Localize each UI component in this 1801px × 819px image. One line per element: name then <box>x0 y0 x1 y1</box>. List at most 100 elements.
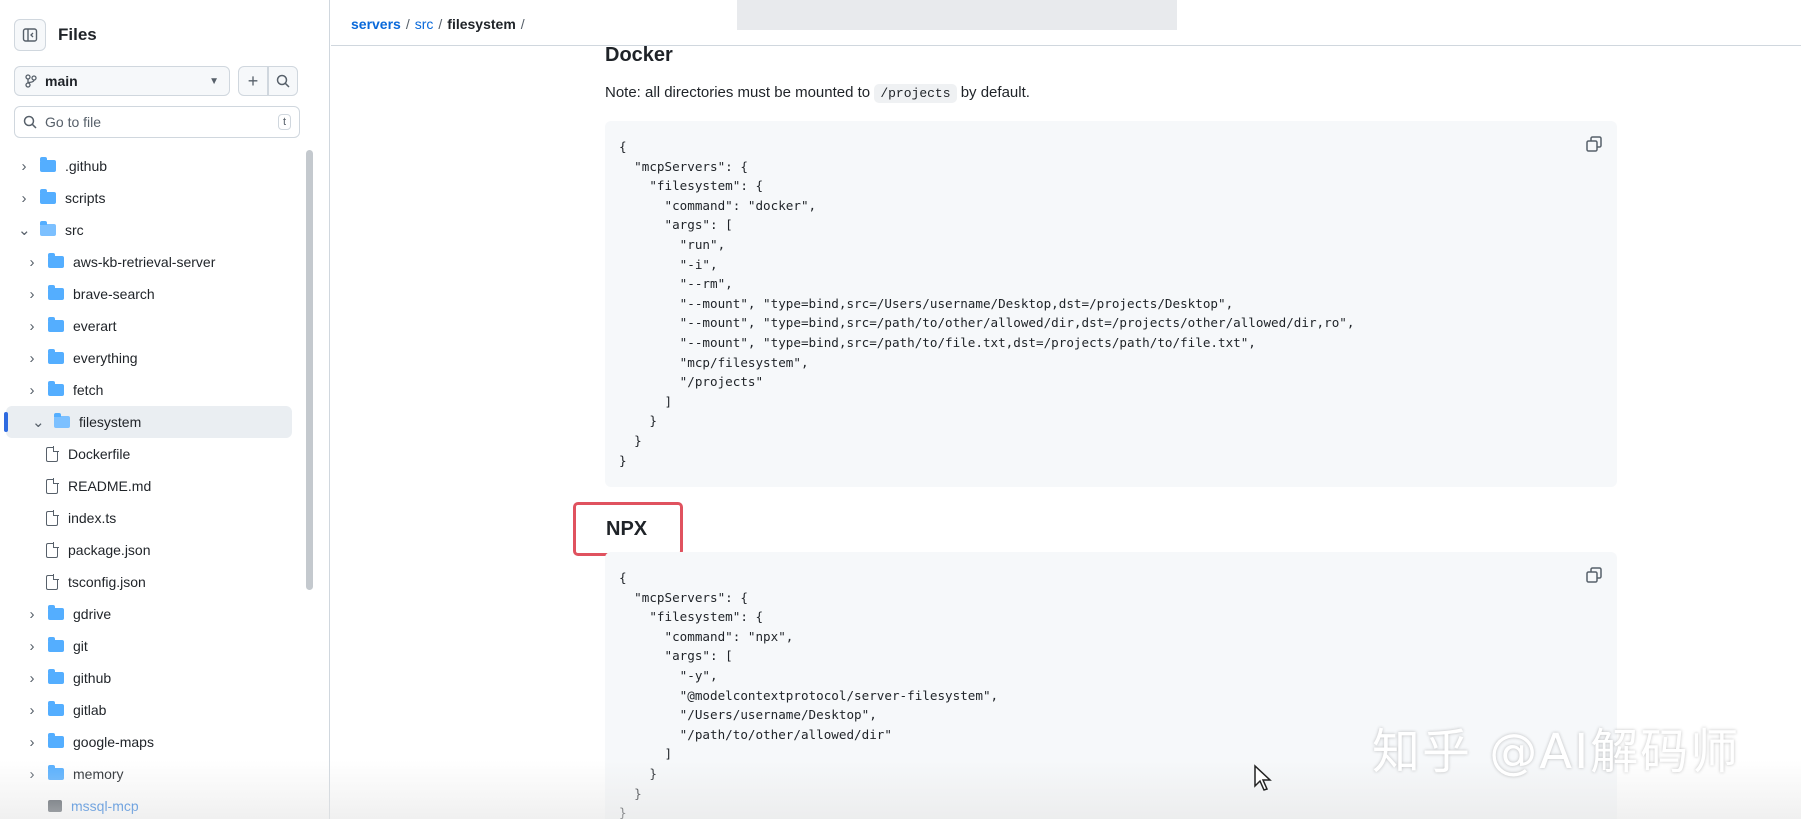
chevron-down-icon[interactable]: ⌄ <box>32 413 45 431</box>
note-text-suffix: by default. <box>960 84 1030 101</box>
tree-item-label: gitlab <box>73 702 107 718</box>
breadcrumb-bar: servers / src / filesystem / <box>331 0 1801 46</box>
chevron-right-icon[interactable]: › <box>26 734 38 751</box>
folder-icon <box>48 637 64 652</box>
collapse-sidebar-button[interactable] <box>14 19 46 51</box>
breadcrumb: servers / src / filesystem / <box>351 16 530 32</box>
chevron-right-icon[interactable]: › <box>18 190 30 207</box>
chevron-right-icon[interactable]: › <box>26 606 38 623</box>
tree-folder-item[interactable]: › github <box>0 662 300 694</box>
chevron-down-icon: ▼ <box>209 75 219 87</box>
chevron-right-icon[interactable]: › <box>26 318 38 335</box>
breadcrumb-separator: / <box>438 16 443 32</box>
chevron-right-icon[interactable]: › <box>26 638 38 655</box>
sidebar-title: Files <box>58 25 97 44</box>
branch-icon <box>25 74 37 88</box>
folder-icon <box>48 669 64 684</box>
tree-item-label: package.json <box>68 542 151 558</box>
chevron-right-icon[interactable]: › <box>26 382 38 399</box>
tree-file-item[interactable]: Dockerfile <box>0 438 300 470</box>
tree-item-label: scripts <box>65 190 106 206</box>
tree-folder-item[interactable]: › google-maps <box>0 726 300 758</box>
tree-folder-item[interactable]: › gitlab <box>0 694 300 726</box>
folder-icon <box>48 253 64 268</box>
tree-folder-item[interactable]: mssql-mcp <box>0 790 300 819</box>
file-icon <box>46 573 59 590</box>
file-icon <box>46 541 59 558</box>
go-to-file-placeholder: Go to file <box>45 114 102 130</box>
tree-item-label: fetch <box>73 382 104 398</box>
tree-folder-item[interactable]: › scripts <box>0 182 300 214</box>
tree-folder-item[interactable]: ⌄ src <box>0 214 300 246</box>
tree-item-label: mssql-mcp <box>71 798 139 814</box>
tree-file-item[interactable]: index.ts <box>0 502 300 534</box>
tree-folder-item[interactable]: › gdrive <box>0 598 300 630</box>
branch-selector[interactable]: main ▼ <box>14 66 230 96</box>
copy-icon[interactable] <box>1585 135 1603 153</box>
npx-highlight-box: NPX <box>573 502 683 556</box>
docker-heading: Docker <box>605 44 673 66</box>
tree-folder-item[interactable]: › everart <box>0 310 300 342</box>
folder-open-icon <box>40 221 56 236</box>
tree-folder-item[interactable]: › aws-kb-retrieval-server <box>0 246 300 278</box>
chevron-right-icon[interactable]: › <box>26 254 38 271</box>
tree-file-item[interactable]: README.md <box>0 470 300 502</box>
chevron-right-icon[interactable]: › <box>18 158 30 175</box>
submodule-icon <box>48 800 62 812</box>
chevron-right-icon[interactable]: › <box>26 670 38 687</box>
shortcut-hint: t <box>277 114 291 130</box>
file-tree-sidebar: Files main ▼ + Go to file t › .github › scr… <box>0 0 330 819</box>
folder-icon <box>48 285 64 300</box>
folder-icon <box>48 349 64 364</box>
tree-folder-item[interactable]: › memory <box>0 758 300 790</box>
breadcrumb-servers[interactable]: servers <box>351 16 401 32</box>
folder-icon <box>48 317 64 332</box>
tree-item-label: index.ts <box>68 510 117 526</box>
docker-code: { "mcpServers": { "filesystem": { "comma… <box>619 139 1355 468</box>
tree-item-label: aws-kb-retrieval-server <box>73 254 216 270</box>
note-code: /projects <box>874 84 957 103</box>
chevron-right-icon[interactable]: › <box>26 286 38 303</box>
tree-item-label: everart <box>73 318 117 334</box>
chevron-right-icon[interactable]: › <box>26 702 38 719</box>
file-icon <box>46 509 59 526</box>
search-button[interactable] <box>268 66 298 96</box>
sidebar-scrollbar[interactable] <box>306 150 313 590</box>
tree-item-label: memory <box>73 766 124 782</box>
tree-item-label: brave-search <box>73 286 155 302</box>
chevron-down-icon[interactable]: ⌄ <box>18 221 31 239</box>
tree-folder-item[interactable]: › fetch <box>0 374 300 406</box>
folder-icon <box>48 605 64 620</box>
folder-icon <box>48 381 64 396</box>
tree-file-item[interactable]: tsconfig.json <box>0 566 300 598</box>
tree-item-label: filesystem <box>79 414 142 430</box>
tree-item-label: git <box>73 638 88 654</box>
breadcrumb-separator: / <box>405 16 410 32</box>
chevron-right-icon[interactable]: › <box>26 766 38 783</box>
tree-folder-item[interactable]: › everything <box>0 342 300 374</box>
search-icon <box>23 115 37 129</box>
folder-icon <box>48 765 64 780</box>
tree-item-label: everything <box>73 350 138 366</box>
sidebar-header: Files <box>14 18 97 52</box>
watermark: 知乎 @AI解码师 <box>1372 724 1741 780</box>
tree-file-item[interactable]: package.json <box>0 534 300 566</box>
tree-item-label: tsconfig.json <box>68 574 146 590</box>
tree-folder-item[interactable]: › brave-search <box>0 278 300 310</box>
tree-item-label: src <box>65 222 84 238</box>
add-file-button[interactable]: + <box>238 66 268 96</box>
tree-folder-item[interactable]: › git <box>0 630 300 662</box>
overlay-toast <box>737 0 1177 30</box>
docker-code-block: { "mcpServers": { "filesystem": { "comma… <box>605 121 1617 487</box>
chevron-right-icon[interactable]: › <box>26 350 38 367</box>
go-to-file-input[interactable]: Go to file t <box>14 106 300 138</box>
copy-icon[interactable] <box>1585 566 1603 584</box>
tree-item-label: Dockerfile <box>68 446 131 462</box>
tree-item-label: github <box>73 670 112 686</box>
tree-folder-item[interactable]: ⌄ filesystem <box>4 406 292 438</box>
tree-folder-item[interactable]: › .github <box>0 150 300 182</box>
tree-item-label: google-maps <box>73 734 154 750</box>
breadcrumb-src[interactable]: src <box>415 16 434 32</box>
branch-name: main <box>45 73 78 89</box>
docker-note: Note: all directories must be mounted to… <box>605 84 1030 103</box>
